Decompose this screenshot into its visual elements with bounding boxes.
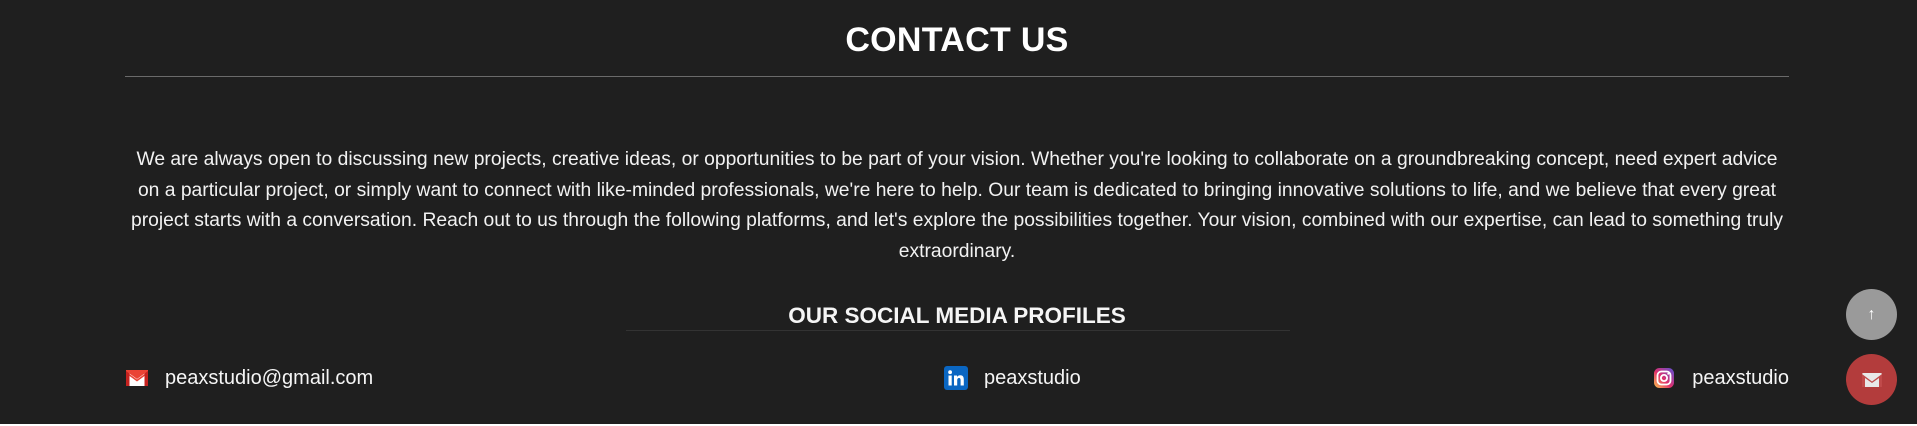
instagram-icon [1652,366,1676,390]
mail-floating-button[interactable] [1846,354,1897,405]
arrow-up-icon: ↑ [1867,305,1876,323]
scroll-to-top-button[interactable]: ↑ [1846,289,1897,340]
email-link[interactable]: peaxstudio@gmail.com [125,362,373,394]
page-title: CONTACT US [845,21,1069,59]
social-section-title: OUR SOCIAL MEDIA PROFILES [788,303,1126,328]
linkedin-link[interactable]: peaxstudio [944,362,1081,394]
linkedin-label: peaxstudio [984,366,1081,389]
mail-icon [1860,368,1884,392]
instagram-label: peaxstudio [1692,366,1789,389]
social-links: peaxstudio@gmail.com peaxstudio peaxstud… [125,362,1789,394]
contact-page: CONTACT US We are always open to discuss… [0,0,1917,426]
instagram-link[interactable]: peaxstudio [1652,362,1789,394]
linkedin-icon [944,366,968,390]
title-divider [125,76,1789,77]
gmail-icon [125,366,149,390]
contact-intro-text: We are always open to discussing new pro… [130,149,1784,262]
email-label: peaxstudio@gmail.com [165,366,374,389]
social-divider [626,330,1290,331]
